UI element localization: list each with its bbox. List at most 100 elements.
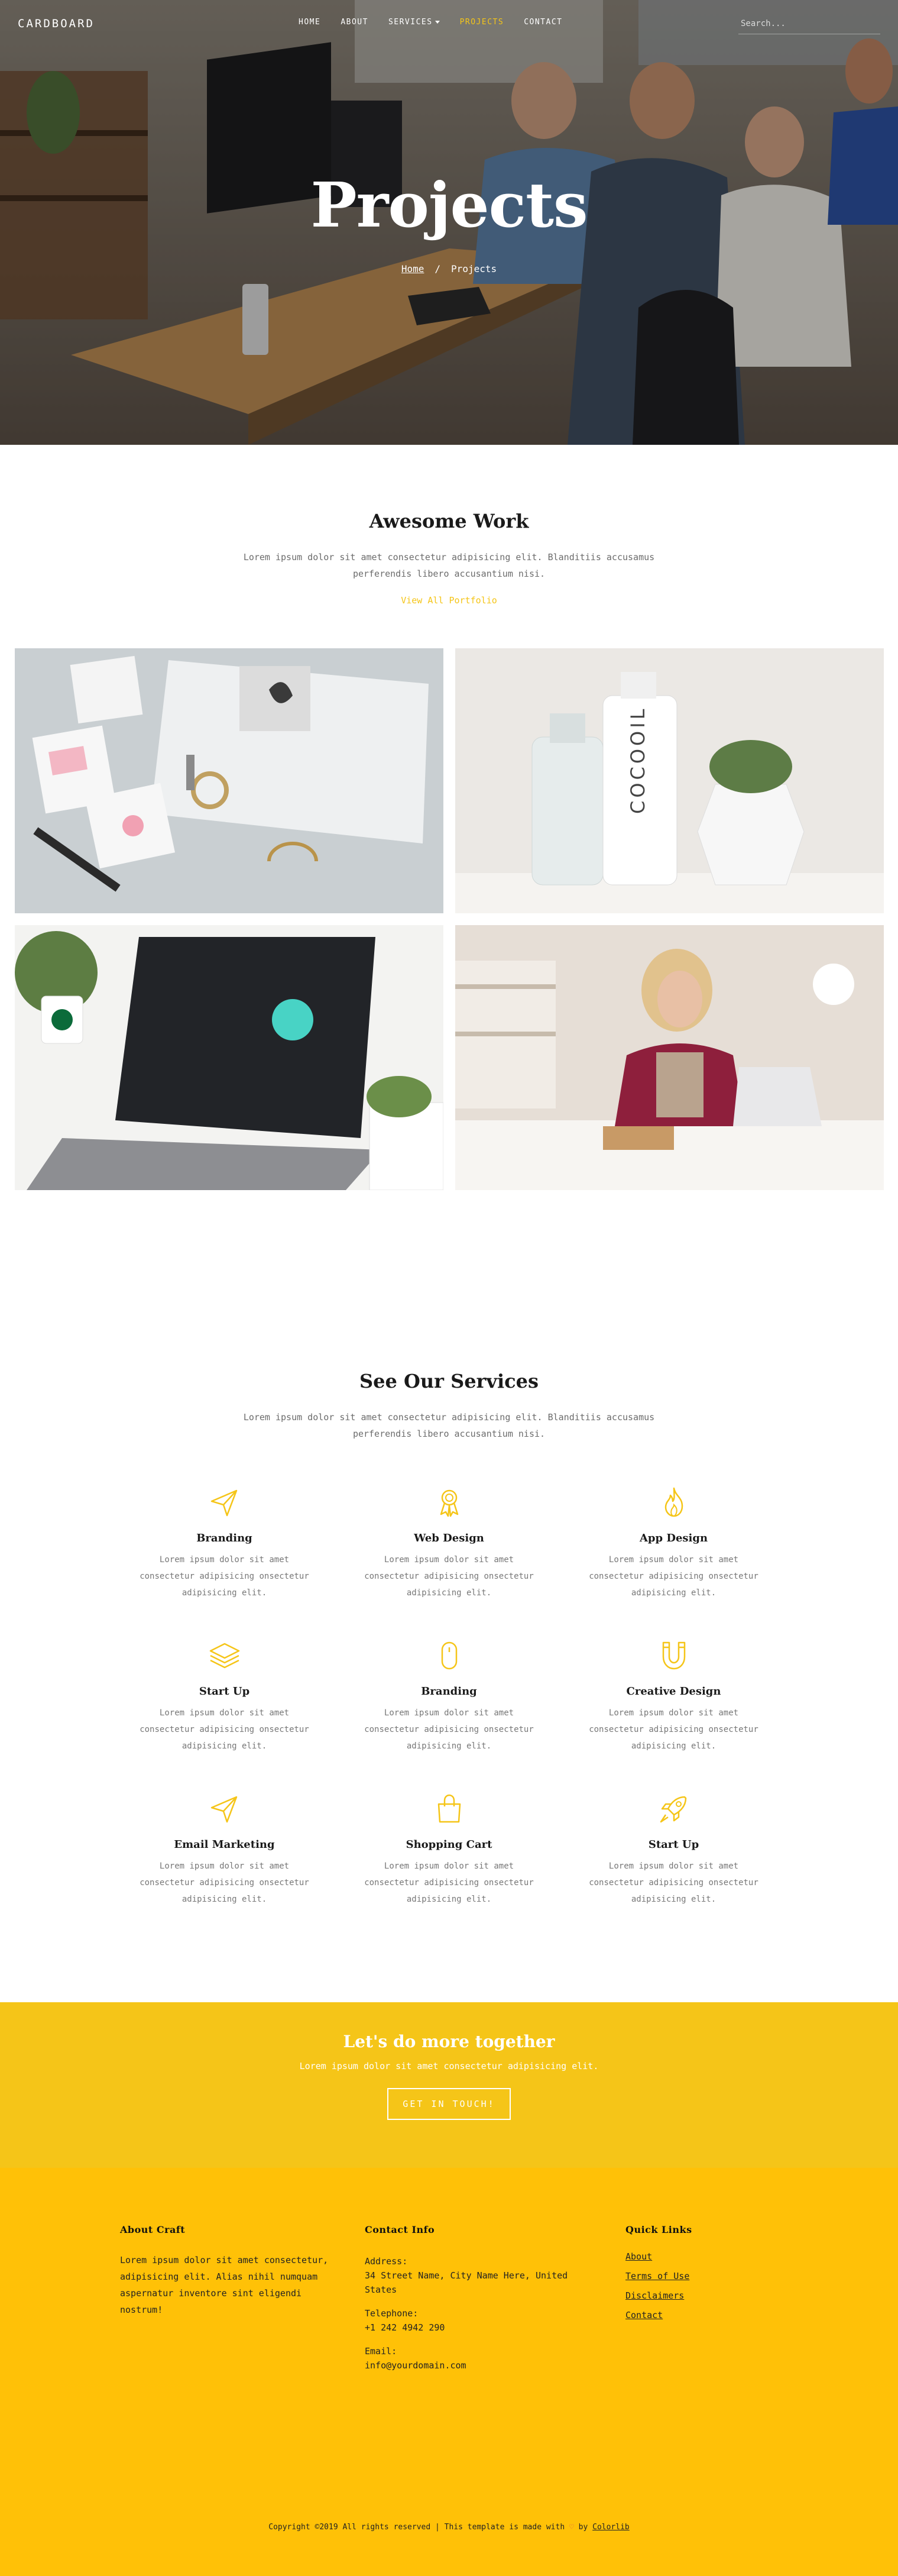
portfolio-item-stationery[interactable] xyxy=(15,648,443,913)
footer-link-contact[interactable]: Contact xyxy=(625,2310,663,2320)
heart-icon: ♡ xyxy=(569,2523,574,2532)
service-title: Web Design xyxy=(414,1532,484,1544)
layers-icon xyxy=(206,1637,244,1675)
address-block: Address: 34 Street Name, City Name Here,… xyxy=(365,2254,589,2297)
work-description: Lorem ipsum dolor sit amet consectetur a… xyxy=(243,552,655,579)
paper-plane-icon xyxy=(206,1483,244,1521)
nav-contact[interactable]: CONTACT xyxy=(524,18,562,27)
get-in-touch-button[interactable]: GET IN TOUCH! xyxy=(387,2088,511,2120)
footer-contact-title: Contact Info xyxy=(365,2224,435,2235)
breadcrumb-home-link[interactable]: Home xyxy=(401,263,424,274)
service-card: Creative Design Lorem ipsum dolor sit am… xyxy=(562,1637,786,1754)
portfolio-item-workspace[interactable] xyxy=(455,925,884,1190)
service-text: Lorem ipsum dolor sit amet consectetur a… xyxy=(589,1555,758,1598)
cta-title: Let's do more together xyxy=(343,2032,555,2051)
service-text: Lorem ipsum dolor sit amet consectetur a… xyxy=(364,1555,534,1598)
service-title: Branding xyxy=(196,1532,252,1544)
cta-section: Let's do more together Lorem ipsum dolor… xyxy=(0,2002,898,2168)
footer-links-title: Quick Links xyxy=(625,2224,692,2235)
email-label: Email: xyxy=(365,2346,397,2357)
address-value: 34 Street Name, City Name Here, United S… xyxy=(365,2270,568,2295)
copyright-text: Copyright ©2019 All rights reserved | Th… xyxy=(268,2523,565,2532)
footer-link-about[interactable]: About xyxy=(625,2251,652,2262)
search-box xyxy=(738,13,880,34)
service-text: Lorem ipsum dolor sit amet consectetur a… xyxy=(364,1708,534,1751)
footer-link-disclaimers[interactable]: Disclaimers xyxy=(625,2290,684,2301)
award-ribbon-icon xyxy=(430,1483,468,1521)
paper-plane-icon xyxy=(206,1790,244,1828)
service-text: Lorem ipsum dolor sit amet consectetur a… xyxy=(364,1861,534,1904)
cta-text: Lorem ipsum dolor sit amet consectetur a… xyxy=(299,2061,599,2071)
service-card: Email Marketing Lorem ipsum dolor sit am… xyxy=(112,1790,337,1908)
hero-banner: CARDBOARD HOME ABOUT SERVICES PROJECTS C… xyxy=(0,0,898,445)
laptop-image xyxy=(15,925,443,1190)
services-description: Lorem ipsum dolor sit amet consectetur a… xyxy=(243,1412,655,1439)
nav-home[interactable]: HOME xyxy=(299,18,320,27)
address-label: Address: xyxy=(365,2256,408,2267)
service-card: App Design Lorem ipsum dolor sit amet co… xyxy=(562,1483,786,1601)
telephone-label: Telephone: xyxy=(365,2308,419,2319)
rocket-icon xyxy=(655,1790,693,1828)
footer-quick-links: Quick Links About Terms of Use Disclaime… xyxy=(625,2224,767,2329)
breadcrumb-current: Projects xyxy=(451,263,497,274)
view-all-portfolio-link[interactable]: View All Portfolio xyxy=(401,595,497,606)
work-title: Awesome Work xyxy=(369,510,529,532)
service-title: Branding xyxy=(421,1685,477,1698)
work-section: Awesome Work Lorem ipsum dolor sit amet … xyxy=(0,445,898,1192)
chevron-down-icon xyxy=(435,21,440,24)
workspace-image xyxy=(455,925,884,1190)
quick-links-list: About Terms of Use Disclaimers Contact xyxy=(625,2251,767,2320)
copyright-by: by xyxy=(578,2523,588,2532)
site-logo[interactable]: CARDBOARD xyxy=(18,17,95,30)
svg-text:COCOOIL: COCOOIL xyxy=(627,706,649,814)
top-nav: CARDBOARD HOME ABOUT SERVICES PROJECTS C… xyxy=(0,0,898,47)
email-value: info@yourdomain.com xyxy=(365,2360,466,2371)
breadcrumb-separator: / xyxy=(435,263,441,274)
site-footer: About Craft Lorem ipsum dolor sit amet c… xyxy=(0,2168,898,2576)
service-card: Web Design Lorem ipsum dolor sit amet co… xyxy=(337,1483,562,1601)
footer-about-title: About Craft xyxy=(120,2224,186,2235)
search-input[interactable] xyxy=(738,18,880,28)
service-text: Lorem ipsum dolor sit amet consectetur a… xyxy=(140,1708,309,1751)
main-menu: HOME ABOUT SERVICES PROJECTS CONTACT xyxy=(299,18,583,27)
service-text: Lorem ipsum dolor sit amet consectetur a… xyxy=(140,1861,309,1904)
services-grid: Branding Lorem ipsum dolor sit amet cons… xyxy=(112,1483,786,1908)
page-title: Projects xyxy=(310,169,588,241)
cocooil-image: COCOOIL xyxy=(455,648,884,913)
copyright: Copyright ©2019 All rights reserved | Th… xyxy=(0,2523,898,2532)
nav-services-label: SERVICES xyxy=(388,18,433,27)
stationery-image xyxy=(15,648,443,913)
footer-link-terms[interactable]: Terms of Use xyxy=(625,2271,689,2281)
breadcrumb: Home / Projects xyxy=(0,263,898,274)
colorlib-link[interactable]: Colorlib xyxy=(592,2523,630,2532)
service-title: App Design xyxy=(639,1532,708,1544)
nav-services[interactable]: SERVICES xyxy=(388,18,440,27)
service-text: Lorem ipsum dolor sit amet consectetur a… xyxy=(589,1861,758,1904)
services-section: See Our Services Lorem ipsum dolor sit a… xyxy=(0,1192,898,1908)
service-card: Start Up Lorem ipsum dolor sit amet cons… xyxy=(112,1637,337,1754)
service-title: Email Marketing xyxy=(174,1838,275,1851)
service-title: Creative Design xyxy=(626,1685,721,1698)
service-card: Branding Lorem ipsum dolor sit amet cons… xyxy=(337,1637,562,1754)
nav-about[interactable]: ABOUT xyxy=(341,18,368,27)
footer-about: About Craft Lorem ipsum dolor sit amet c… xyxy=(120,2224,333,2318)
telephone-block: Telephone: +1 242 4942 290 xyxy=(365,2306,589,2335)
magnet-icon xyxy=(655,1637,693,1675)
footer-about-text: Lorem ipsum dolor sit amet consectetur, … xyxy=(120,2255,329,2315)
service-title: Shopping Cart xyxy=(406,1838,492,1851)
portfolio-item-cocooil[interactable]: COCOOIL xyxy=(455,648,884,913)
portfolio-item-laptop[interactable] xyxy=(15,925,443,1190)
service-title: Start Up xyxy=(199,1685,250,1698)
telephone-value: +1 242 4942 290 xyxy=(365,2322,445,2333)
footer-contact: Contact Info Address: 34 Street Name, Ci… xyxy=(365,2224,589,2373)
mouse-icon xyxy=(430,1637,468,1675)
portfolio-grid: COCOOIL xyxy=(0,648,898,1192)
service-card: Shopping Cart Lorem ipsum dolor sit amet… xyxy=(337,1790,562,1908)
services-title: See Our Services xyxy=(359,1370,539,1392)
email-block: Email: info@yourdomain.com xyxy=(365,2344,589,2373)
service-card: Start Up Lorem ipsum dolor sit amet cons… xyxy=(562,1790,786,1908)
service-card: Branding Lorem ipsum dolor sit amet cons… xyxy=(112,1483,337,1601)
nav-projects[interactable]: PROJECTS xyxy=(460,18,504,27)
service-title: Start Up xyxy=(648,1838,699,1851)
service-text: Lorem ipsum dolor sit amet consectetur a… xyxy=(140,1555,309,1598)
